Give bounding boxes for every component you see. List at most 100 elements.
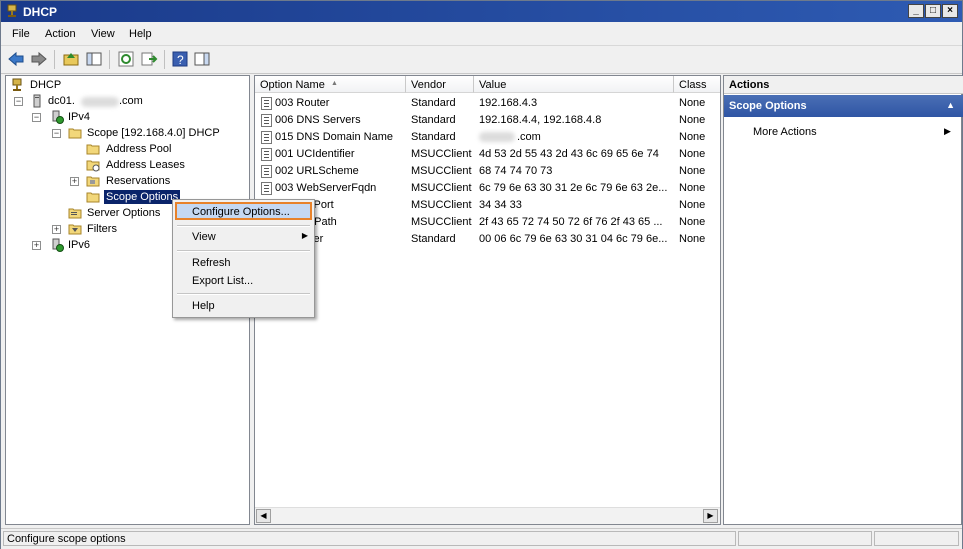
close-button[interactable]: × [942,4,958,18]
back-arrow-icon[interactable] [7,50,25,68]
svg-text:?: ? [177,53,184,67]
server-icon [33,94,41,108]
menu-view[interactable]: View [91,28,115,40]
maximize-button[interactable]: □ [925,4,941,18]
folder-icon [86,192,100,203]
expand-icon[interactable]: + [32,241,41,250]
cell-class: None [679,233,706,245]
menu-bar: File Action View Help [1,23,962,46]
status-section [874,531,959,546]
table-row[interactable]: 003 WebServerFqdn MSUCClient 6c 79 6e 63 3… [255,180,720,197]
context-menu: Configure Options... View ▶ Refresh Expo… [172,199,315,318]
status-section-main: Configure scope options [3,531,736,546]
horizontal-scrollbar[interactable]: ◀ ▶ [255,507,720,524]
option-icon [261,182,272,195]
cell-name: 015 DNS Domain Name [275,131,393,143]
menu-help[interactable]: Help [129,28,152,40]
cell-value: 6c 79 6e 63 30 31 2e 6c 79 6e 63 2e... [479,182,668,194]
table-row[interactable]: 003 Router Standard 192.168.4.3 None [255,95,720,112]
cell-vendor: MSUCClient [411,199,472,211]
show-hide-action-pane-icon[interactable] [193,50,211,68]
table-row[interactable]: bServerPortMSUCClient34 34 33None [255,197,720,214]
cell-vendor: Standard [411,233,456,245]
collapse-icon[interactable]: − [32,113,41,122]
refresh-icon[interactable] [117,50,135,68]
redacted-text [479,132,515,142]
help-icon[interactable]: ? [171,50,189,68]
cell-value: 192.168.4.3 [479,97,538,109]
cell-name: 001 UCIdentifier [275,148,355,160]
menu-item-help[interactable]: Help [175,297,312,315]
show-hide-tree-icon[interactable] [85,50,103,68]
submenu-arrow-icon: ▶ [301,231,308,240]
cell-value: 192.168.4.4, 192.168.4.8 [479,114,602,126]
column-header-option-name[interactable]: Option Name ▲ [255,76,406,93]
option-icon [261,97,272,110]
forward-arrow-icon[interactable] [30,50,48,68]
ipv6-icon [52,238,64,252]
cell-value: 34 34 33 [479,199,522,211]
column-header-value[interactable]: Value [474,76,674,93]
menu-action[interactable]: Action [45,28,76,40]
cell-vendor: MSUCClient [411,216,472,228]
cell-class: None [679,165,706,177]
table-row[interactable]: SipServerStandard00 06 6c 79 6e 63 30 31… [255,231,720,248]
actions-section-scope-options[interactable]: Scope Options ▲ [724,95,963,117]
cell-vendor: MSUCClient [411,182,472,194]
scroll-right-icon[interactable]: ▶ [703,509,718,523]
cell-name: 003 WebServerFqdn [275,182,377,194]
table-row[interactable]: 015 DNS Domain Name Standard .com None [255,129,720,146]
redacted-text [81,97,119,107]
cell-class: None [679,199,706,211]
menu-item-refresh[interactable]: Refresh [175,254,312,272]
toolbar-separator [109,50,110,69]
menu-item-export-list[interactable]: Export List... [175,272,312,290]
cell-class: None [679,131,706,143]
collapse-icon[interactable]: − [14,97,23,106]
menu-item-configure-options[interactable]: Configure Options... [175,202,312,220]
cell-class: None [679,148,706,160]
menu-separator [177,225,310,227]
toolbar: ? [1,46,962,74]
collapse-icon[interactable]: − [52,129,61,138]
column-header-vendor[interactable]: Vendor [406,76,474,93]
more-actions-link[interactable]: More Actions [753,126,817,138]
cell-vendor: Standard [411,114,456,126]
minimize-button[interactable]: _ [908,4,924,18]
option-icon [261,165,272,178]
cell-class: None [679,114,706,126]
expand-icon[interactable]: + [70,177,79,186]
cell-name: 003 Router [275,97,330,109]
option-icon [261,131,272,144]
cell-value: 68 74 74 70 73 [479,165,553,177]
folder-icon [86,144,100,155]
server-options-icon [68,208,82,219]
menu-file[interactable]: File [12,28,30,40]
menu-separator [177,250,310,252]
status-section [738,531,872,546]
cell-value: 4d 53 2d 55 43 2d 43 6c 69 65 6e 74 [479,148,659,160]
collapse-section-icon[interactable]: ▲ [946,100,955,110]
table-row[interactable]: 006 DNS Servers Standard 192.168.4.4, 192.… [255,112,720,129]
table-row[interactable]: ProvRelPathMSUCClient2f 43 65 72 74 50 7… [255,214,720,231]
folder-icon [86,176,100,187]
address-leases-icon [86,160,100,172]
window-title: DHCP [23,5,58,19]
menu-item-view[interactable]: View ▶ [175,228,312,246]
cell-name: 002 URLScheme [275,165,359,177]
expand-icon[interactable]: + [52,225,61,234]
scroll-left-icon[interactable]: ◀ [256,509,271,523]
ipv4-icon [52,110,64,124]
cell-vendor: MSUCClient [411,148,472,160]
sort-ascending-icon: ▲ [331,80,338,87]
table-row[interactable]: 001 UCIdentifier MSUCClient 4d 53 2d 55 43… [255,146,720,163]
selected-tree-label: Scope Options [104,190,181,204]
option-icon [261,114,272,127]
column-header-class[interactable]: Class [674,76,720,93]
table-row[interactable]: 002 URLScheme MSUCClient 68 74 74 70 73 Non… [255,163,720,180]
cell-vendor: Standard [411,131,456,143]
cell-value: 2f 43 65 72 74 50 72 6f 76 2f 43 65 ... [479,216,663,228]
up-folder-icon[interactable] [62,50,80,68]
cell-class: None [679,216,706,228]
export-list-icon[interactable] [140,50,158,68]
